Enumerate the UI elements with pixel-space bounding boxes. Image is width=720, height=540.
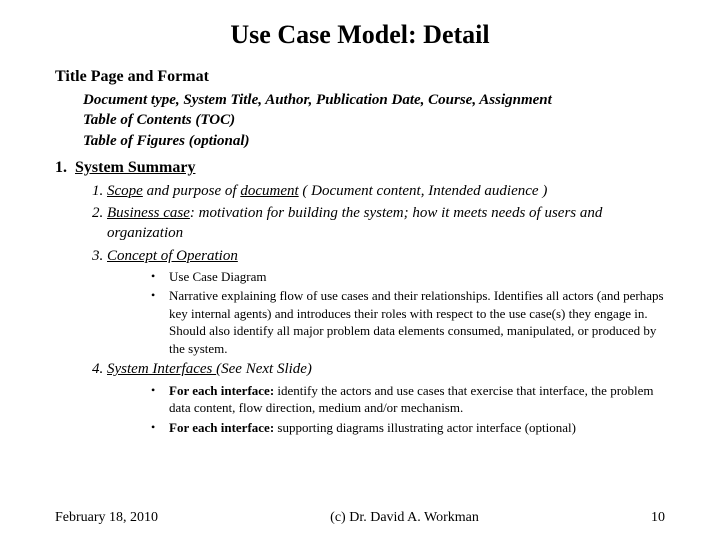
footer-date: February 18, 2010 <box>55 510 158 526</box>
slide-title: Use Case Model: Detail <box>55 20 665 50</box>
footer-page-number: 10 <box>651 510 665 526</box>
list-item: Business case: motivation for building t… <box>107 203 665 244</box>
bullet-item: For each interface: identify the actors … <box>147 382 665 417</box>
title-page-line: Table of Figures (optional) <box>83 131 665 151</box>
concept-bullets: Use Case Diagram Narrative explaining fl… <box>147 268 665 358</box>
list-item: System Interfaces (See Next Slide) <box>107 359 665 379</box>
bullet-item: Use Case Diagram <box>147 268 665 286</box>
title-page-line: Document type, System Title, Author, Pub… <box>83 90 665 110</box>
bullet-item: Narrative explaining flow of use cases a… <box>147 287 665 357</box>
section-system-summary: 1. System Summary <box>55 159 665 177</box>
summary-list-cont: System Interfaces (See Next Slide) <box>83 359 665 379</box>
footer-copyright: (c) Dr. David A. Workman <box>330 510 479 526</box>
list-item: Concept of Operation <box>107 246 665 266</box>
list-item: Scope and purpose of document ( Document… <box>107 181 665 201</box>
title-page-line: Table of Contents (TOC) <box>83 110 665 130</box>
interface-bullets: For each interface: identify the actors … <box>147 382 665 437</box>
footer: February 18, 2010 (c) Dr. David A. Workm… <box>0 510 720 526</box>
summary-list: Scope and purpose of document ( Document… <box>83 181 665 266</box>
section-title-page: Title Page and Format <box>55 68 665 86</box>
bullet-item: For each interface: supporting diagrams … <box>147 419 665 437</box>
